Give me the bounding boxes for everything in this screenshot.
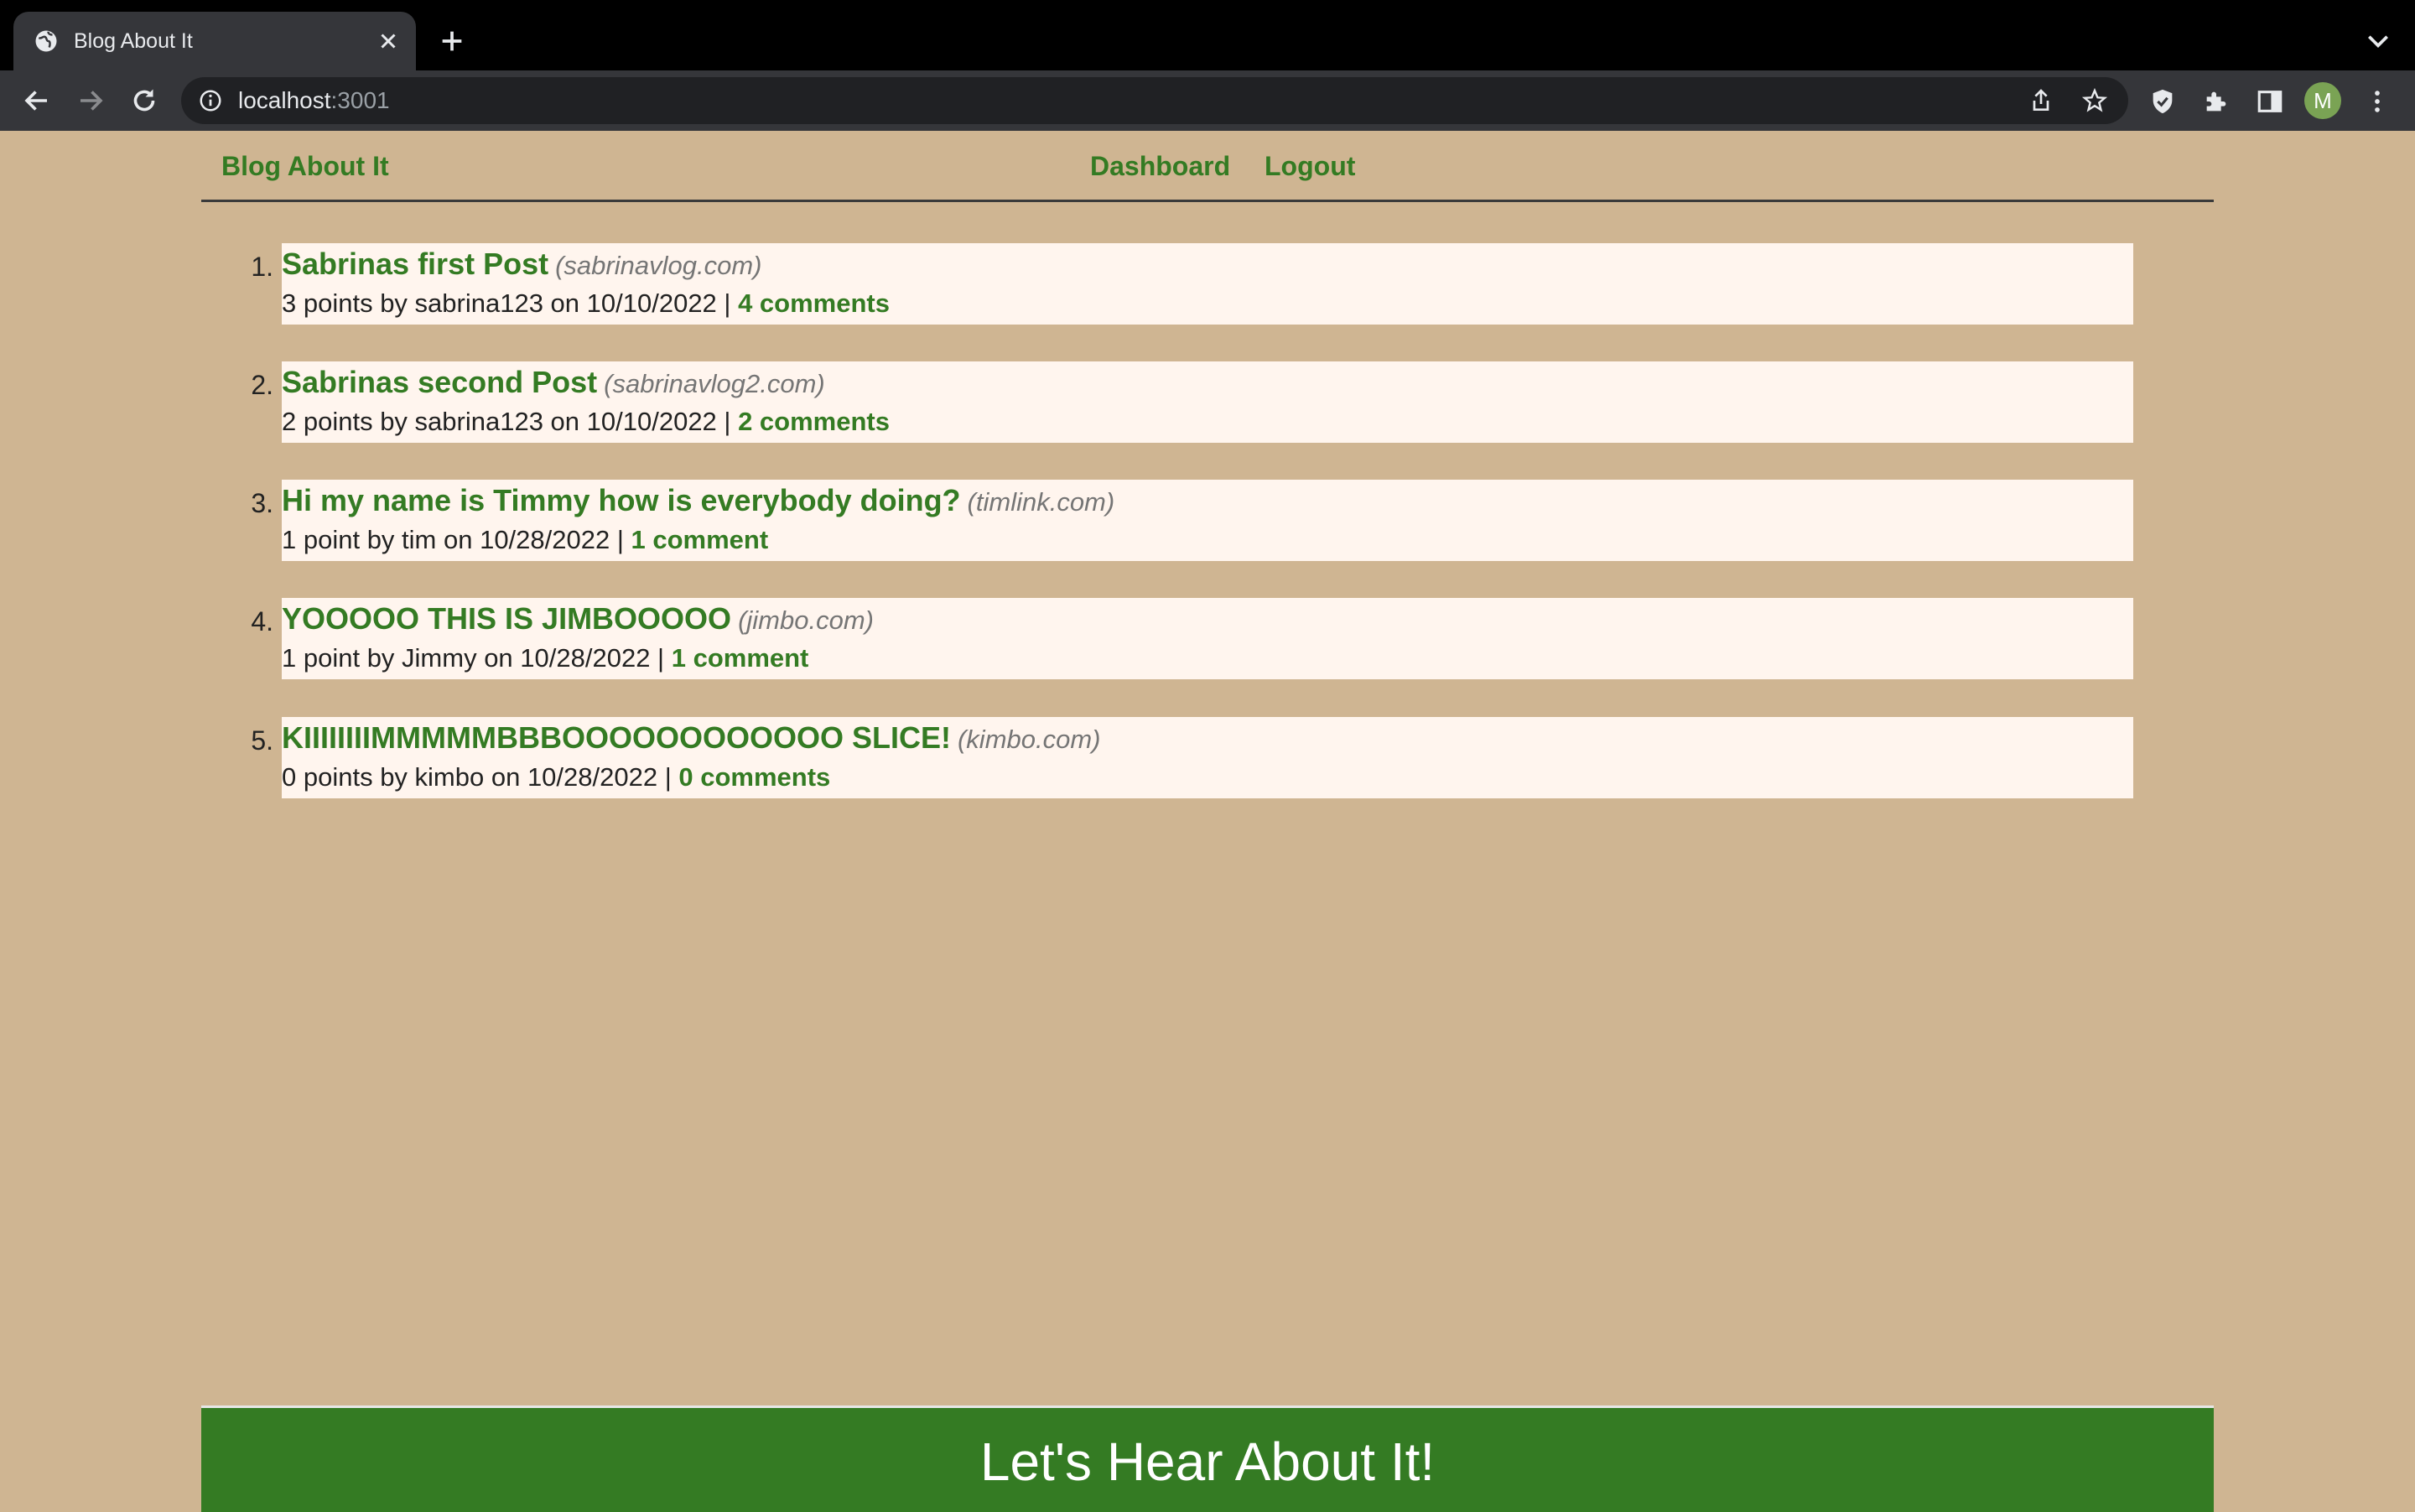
post-comments-link[interactable]: 2 comments xyxy=(738,407,890,436)
post-title-link[interactable]: YOOOOO THIS IS JIMBOOOOO xyxy=(282,601,731,636)
post-comments-link[interactable]: 1 comment xyxy=(672,643,809,673)
url-host: localhost xyxy=(238,87,331,113)
address-bar[interactable]: localhost:3001 xyxy=(181,77,2128,124)
post-meta: 1 point by tim on 10/28/2022 | 1 comment xyxy=(282,523,768,557)
post-meta-text: 3 points by sabrina123 on 10/10/2022 | xyxy=(282,288,739,318)
post-domain: (kimbo.com) xyxy=(957,725,1101,754)
browser-tab-strip: Blog About It xyxy=(0,0,2415,70)
shield-icon[interactable] xyxy=(2148,87,2177,116)
post-meta: 3 points by sabrina123 on 10/10/2022 | 4… xyxy=(282,287,890,320)
share-icon[interactable] xyxy=(2028,87,2054,114)
post-domain: (timlink.com) xyxy=(967,487,1115,517)
post-domain: (sabrinavlog2.com) xyxy=(604,369,825,398)
puzzle-icon[interactable] xyxy=(2202,87,2231,116)
dashboard-link[interactable]: Dashboard xyxy=(1090,149,1230,183)
close-icon[interactable] xyxy=(376,29,401,54)
brand-link[interactable]: Blog About It xyxy=(221,149,389,183)
post-domain: (jimbo.com) xyxy=(738,605,874,635)
post-title-link[interactable]: Hi my name is Timmy how is everybody doi… xyxy=(282,483,961,517)
logout-link[interactable]: Logout xyxy=(1265,149,1355,183)
url-text[interactable]: localhost:3001 xyxy=(238,86,390,116)
post-number: 4. xyxy=(251,606,273,636)
browser-tab[interactable]: Blog About It xyxy=(13,12,416,70)
post-title-link[interactable]: Sabrinas second Post xyxy=(282,365,597,399)
post-meta: 2 points by sabrina123 on 10/10/2022 | 2… xyxy=(282,405,890,439)
back-icon[interactable] xyxy=(22,86,52,116)
post-number: 2. xyxy=(251,370,273,400)
reload-icon[interactable] xyxy=(129,86,159,116)
footer-tagline: Let's Hear About It! xyxy=(979,1431,1436,1492)
list-item: 3. Hi my name is Timmy how is everybody … xyxy=(251,480,2133,561)
plus-icon[interactable] xyxy=(438,27,466,55)
post-meta-text: 2 points by sabrina123 on 10/10/2022 | xyxy=(282,407,739,436)
list-item: 1. Sabrinas first Post (sabrinavlog.com) … xyxy=(251,243,2133,325)
post-meta-text: 1 point by tim on 10/28/2022 | xyxy=(282,525,631,554)
site-header: Blog About It Dashboard Logout xyxy=(201,131,2214,202)
post-meta-text: 0 points by kimbo on 10/28/2022 | xyxy=(282,762,679,792)
post-headline: KIIIIIIIIMMMMMBBBOOOOOOOOOOOO SLICE! (kim… xyxy=(282,720,1101,762)
post-headline: Sabrinas second Post (sabrinavlog2.com) xyxy=(282,365,825,407)
forward-icon[interactable] xyxy=(75,86,106,116)
profile-avatar[interactable]: M xyxy=(2304,82,2341,119)
list-item: 2. Sabrinas second Post (sabrinavlog2.com… xyxy=(251,361,2133,443)
post-headline: Hi my name is Timmy how is everybody doi… xyxy=(282,483,1114,525)
star-icon[interactable] xyxy=(2081,87,2108,114)
post-number: 5. xyxy=(251,725,273,756)
post-headline: YOOOOO THIS IS JIMBOOOOO (jimbo.com) xyxy=(282,601,874,643)
browser-toolbar: localhost:3001 M xyxy=(0,70,2415,131)
post-meta: 1 point by Jimmy on 10/28/2022 | 1 comme… xyxy=(282,642,808,675)
list-item: 4. YOOOOO THIS IS JIMBOOOOO (jimbo.com) 1… xyxy=(251,598,2133,679)
tab-title: Blog About It xyxy=(74,29,193,53)
chevron-down-icon[interactable] xyxy=(2365,30,2392,52)
post-comments-link[interactable]: 4 comments xyxy=(738,288,890,318)
list-item: 5. KIIIIIIIIMMMMMBBBOOOOOOOOOOOO SLICE!(… xyxy=(251,717,2133,798)
globe-icon xyxy=(35,30,57,52)
post-title-link[interactable]: KIIIIIIIIMMMMMBBBOOOOOOOOOOOO SLICE! xyxy=(282,720,951,755)
kebab-menu-icon[interactable] xyxy=(2363,87,2392,116)
post-comments-link[interactable]: 0 comments xyxy=(678,762,830,792)
post-number: 1. xyxy=(251,252,273,282)
post-headline: Sabrinas first Post (sabrinavlog.com) xyxy=(282,247,761,288)
info-icon[interactable] xyxy=(198,88,223,113)
site-footer: Let's Hear About It! xyxy=(201,1405,2214,1512)
url-port: :3001 xyxy=(330,87,390,113)
post-comments-link[interactable]: 1 comment xyxy=(631,525,769,554)
post-meta-text: 1 point by Jimmy on 10/28/2022 | xyxy=(282,643,672,673)
sidebar-icon[interactable] xyxy=(2256,87,2284,116)
post-number: 3. xyxy=(251,488,273,518)
post-meta: 0 points by kimbo on 10/28/2022 | 0 comm… xyxy=(282,761,830,794)
post-title-link[interactable]: Sabrinas first Post xyxy=(282,247,548,281)
post-domain: (sabrinavlog.com) xyxy=(555,251,762,280)
